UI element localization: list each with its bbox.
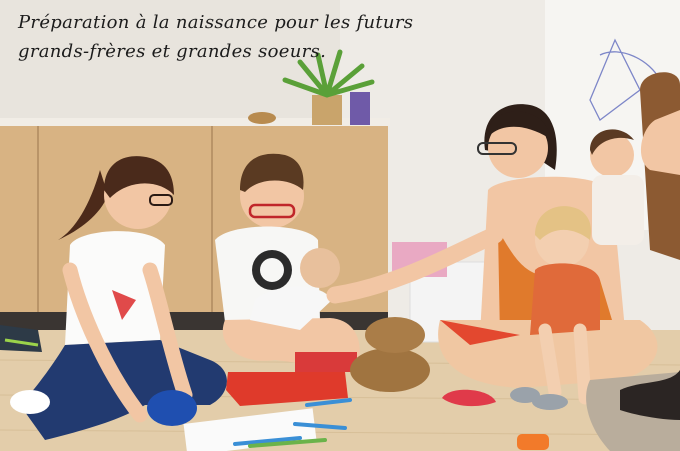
caption-line-1: Préparation à la naissance pour les futu… <box>18 12 414 33</box>
photo-scene <box>0 0 680 451</box>
wooden-bowl <box>248 112 276 124</box>
toy-orange <box>517 434 549 450</box>
caption-line-2: grands-frères et grandes soeurs. <box>18 41 327 62</box>
blue-cushion <box>147 390 197 426</box>
plant-pot <box>312 95 342 125</box>
photo-caption: Préparation à la naissance pour les futu… <box>18 8 488 66</box>
books <box>350 92 370 125</box>
